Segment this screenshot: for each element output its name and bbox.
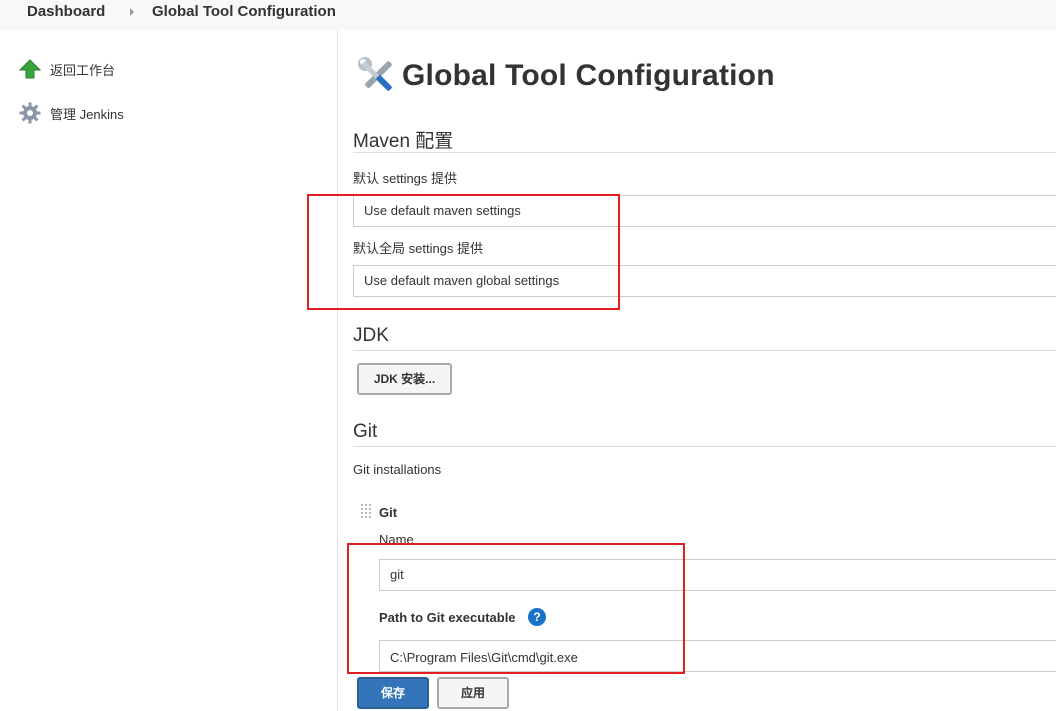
breadcrumb-current-page: Global Tool Configuration bbox=[152, 3, 336, 20]
maven-settings-label: 默认 settings 提供 bbox=[353, 171, 458, 186]
help-icon[interactable]: ? bbox=[528, 608, 546, 626]
git-section-heading: Git bbox=[353, 421, 378, 442]
git-entry-title: Git bbox=[379, 505, 398, 520]
breadcrumb-dashboard-link[interactable]: Dashboard bbox=[27, 3, 105, 20]
git-installations-label: Git installations bbox=[353, 462, 442, 477]
maven-global-settings-label: 默认全局 settings 提供 bbox=[353, 241, 484, 256]
breadcrumb-chevron-icon bbox=[130, 8, 134, 16]
git-path-input[interactable]: C:\Program Files\Git\cmd\git.exe bbox=[379, 640, 1056, 672]
section-divider bbox=[353, 152, 1056, 153]
drag-handle-icon[interactable] bbox=[360, 503, 372, 521]
git-path-label: Path to Git executable bbox=[379, 610, 516, 625]
git-name-input[interactable]: git bbox=[379, 559, 1056, 591]
jdk-section-heading: JDK bbox=[353, 325, 389, 346]
sidebar-item-back-to-workbench[interactable]: 返回工作台 bbox=[18, 57, 115, 81]
gear-icon bbox=[18, 101, 42, 125]
sidebar-item-label: 返回工作台 bbox=[50, 62, 116, 78]
tools-icon bbox=[354, 53, 400, 99]
apply-button[interactable]: 应用 bbox=[437, 677, 509, 709]
maven-global-settings-select[interactable]: Use default maven global settings bbox=[353, 265, 1056, 297]
page-header: Global Tool Configuration bbox=[354, 53, 775, 99]
git-name-label: Name bbox=[379, 532, 414, 547]
save-button[interactable]: 保存 bbox=[357, 677, 429, 709]
sidebar-item-label: 管理 Jenkins bbox=[50, 106, 124, 122]
up-arrow-icon bbox=[18, 57, 42, 81]
sidebar-item-manage-jenkins[interactable]: 管理 Jenkins bbox=[18, 101, 124, 125]
maven-settings-select[interactable]: Use default maven settings bbox=[353, 195, 1056, 227]
sidebar-divider bbox=[337, 30, 338, 711]
jdk-install-button[interactable]: JDK 安装... bbox=[357, 363, 452, 395]
maven-section-heading: Maven 配置 bbox=[353, 131, 454, 152]
page-title: Global Tool Configuration bbox=[402, 59, 775, 92]
section-divider bbox=[353, 350, 1056, 351]
breadcrumb: Dashboard Global Tool Configuration bbox=[0, 0, 1056, 30]
section-divider bbox=[353, 446, 1056, 447]
sidebar: 返回工作台 管理 Jenkins bbox=[0, 30, 337, 711]
